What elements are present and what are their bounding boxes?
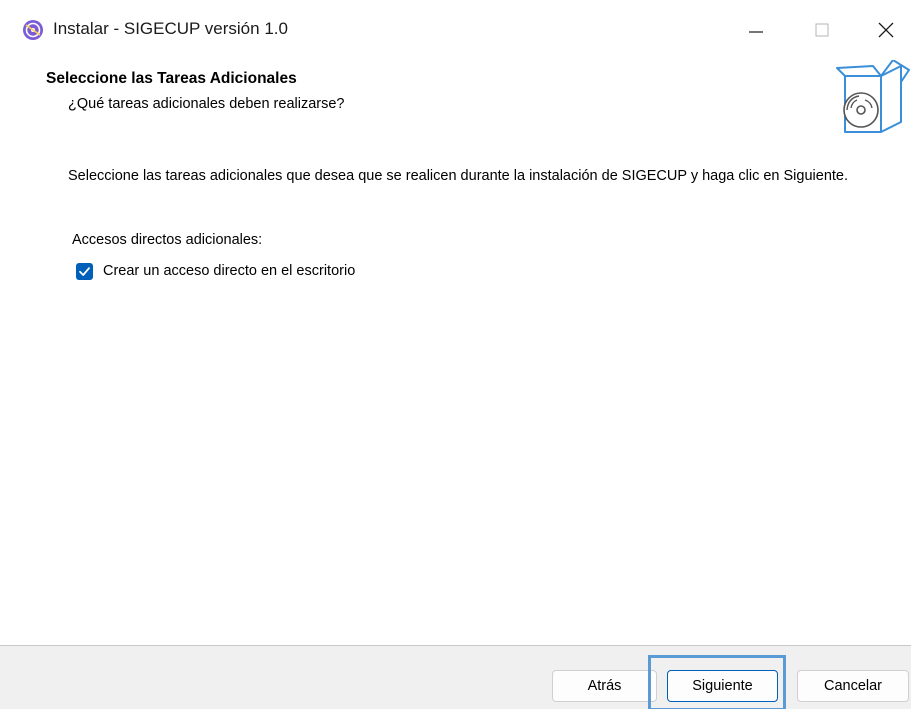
instruction-text: Seleccione las tareas adicionales que de… — [68, 168, 848, 184]
shortcuts-group-label: Accesos directos adicionales: — [72, 232, 263, 248]
minimize-icon — [749, 31, 763, 33]
maximize-icon — [815, 23, 829, 37]
close-icon — [878, 22, 894, 38]
page-subtitle: ¿Qué tareas adicionales deben realizarse… — [68, 96, 345, 112]
back-button[interactable]: Atrás — [552, 670, 657, 702]
cancel-button[interactable]: Cancelar — [797, 670, 909, 702]
checkmark-icon — [79, 266, 90, 276]
minimize-button[interactable] — [736, 16, 776, 44]
maximize-button — [802, 16, 842, 44]
next-button[interactable]: Siguiente — [667, 670, 778, 702]
close-button[interactable] — [866, 16, 906, 44]
title-bar: Instalar - SIGECUP versión 1.0 — [0, 0, 911, 60]
desktop-shortcut-label: Crear un acceso directo en el escritorio — [103, 263, 356, 279]
desktop-shortcut-checkbox[interactable] — [76, 262, 93, 280]
box-with-disc-icon — [836, 60, 910, 133]
desktop-shortcut-option[interactable]: Crear un acceso directo en el escritorio — [76, 260, 355, 282]
installer-app-icon — [23, 20, 43, 40]
window-title: Instalar - SIGECUP versión 1.0 — [53, 19, 288, 38]
page-title: Seleccione las Tareas Adicionales — [46, 70, 297, 87]
